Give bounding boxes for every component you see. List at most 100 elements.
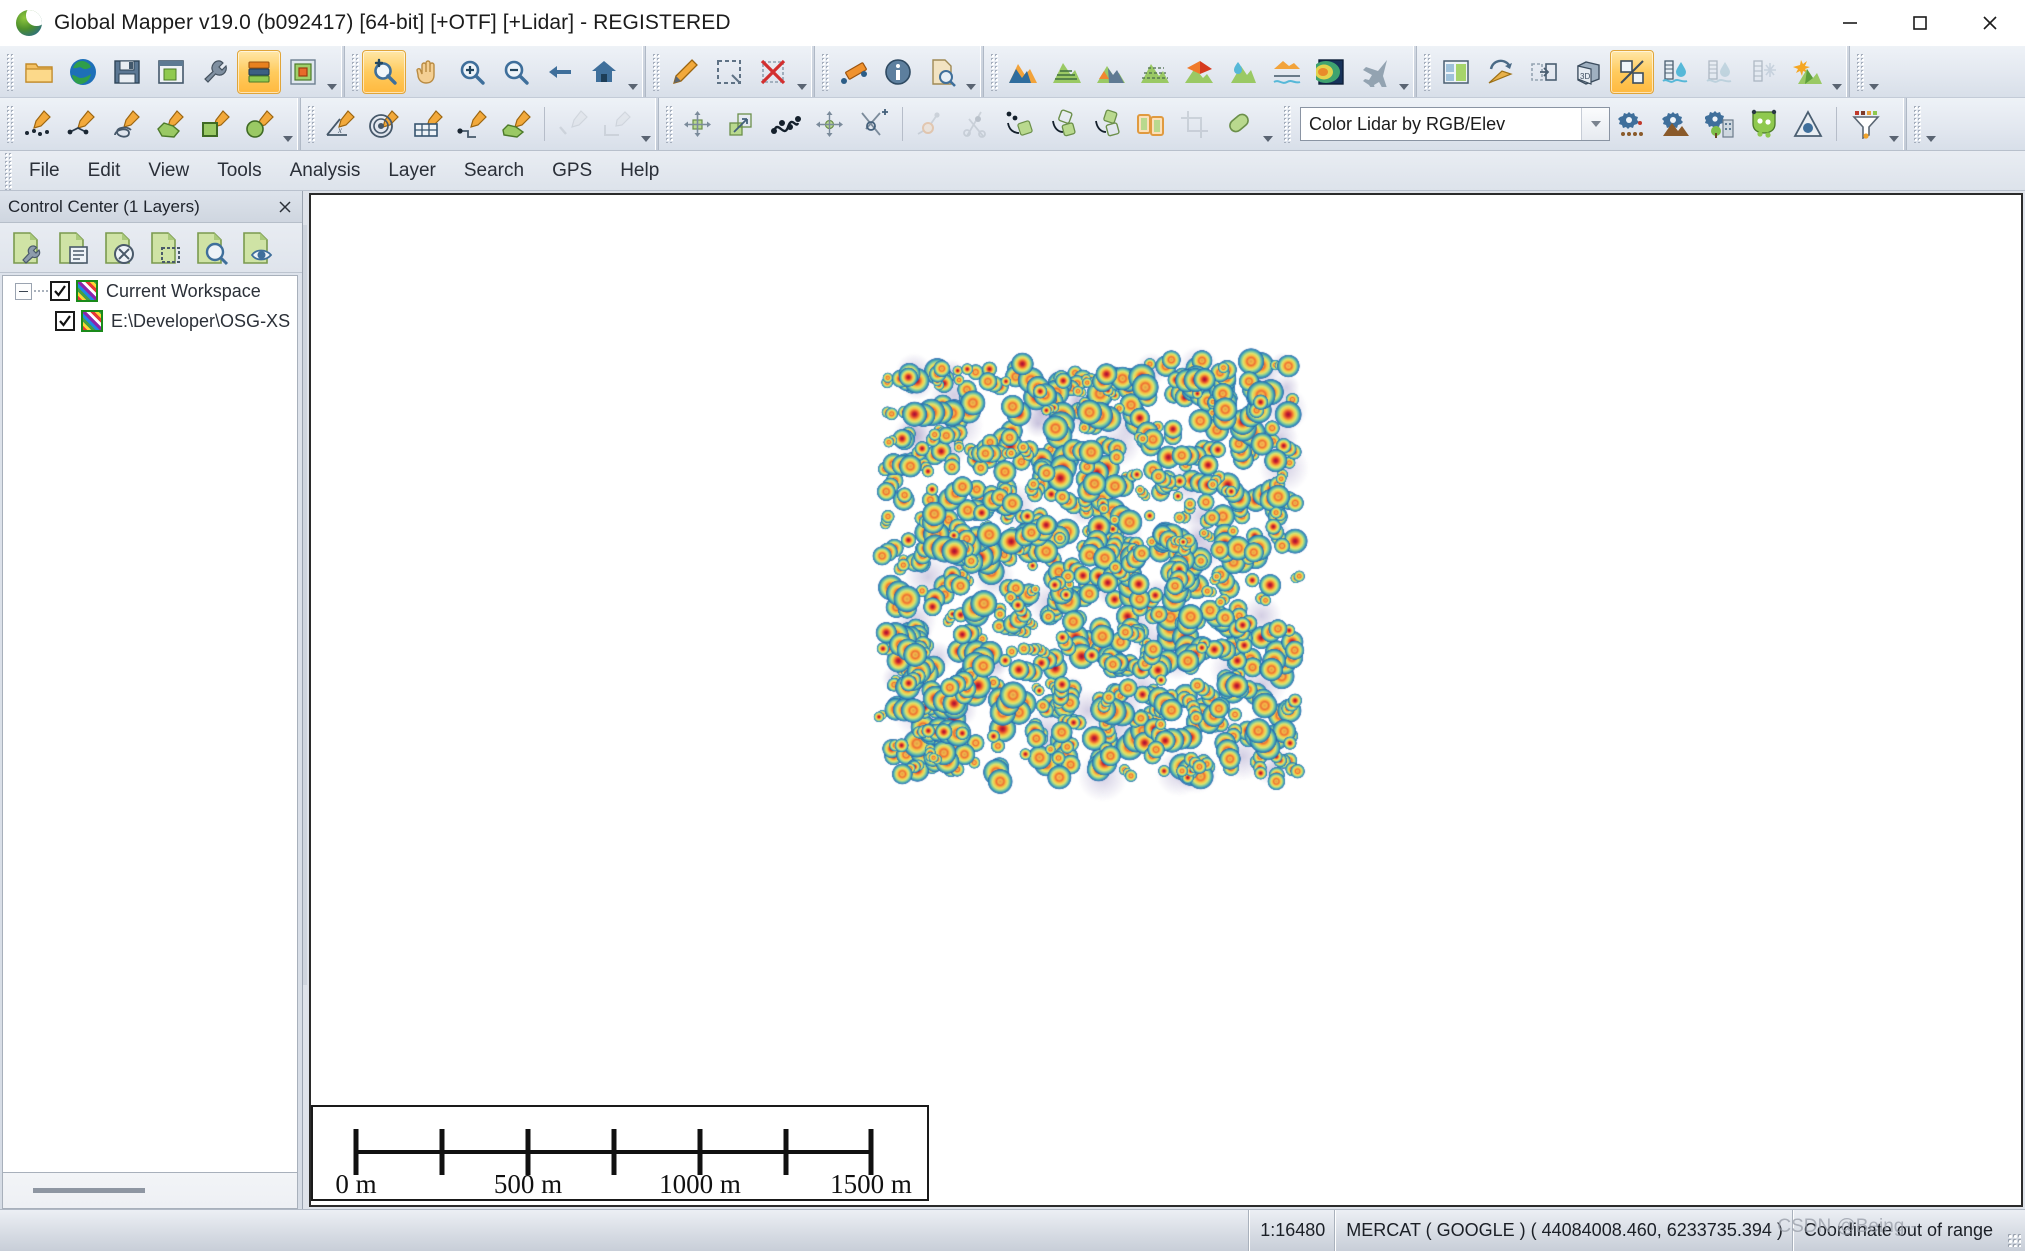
terrain-paint-icon[interactable]: [1265, 50, 1309, 94]
feature-info-icon[interactable]: [876, 50, 920, 94]
toolbar-grip[interactable]: [990, 52, 999, 91]
split-feature-icon[interactable]: [953, 102, 997, 146]
resize-grip[interactable]: [2003, 1210, 2025, 1251]
duplicate-area-icon[interactable]: [1041, 102, 1085, 146]
water-gauge-3-icon[interactable]: [1742, 50, 1786, 94]
scale-rotate-icon[interactable]: [720, 102, 764, 146]
toolbar-grip[interactable]: [1913, 105, 1922, 143]
navigation-toolbar-overflow[interactable]: [626, 50, 640, 94]
collapse-icon[interactable]: [15, 282, 32, 300]
line-of-sight-icon[interactable]: [1177, 50, 1221, 94]
layer-tree[interactable]: Current Workspace E:\Developer\OSG-XS: [2, 275, 298, 1173]
add-vertex-icon[interactable]: [909, 102, 953, 146]
move-vertex-icon[interactable]: [808, 102, 852, 146]
lidar-qc-icon[interactable]: [1786, 102, 1830, 146]
digitize-rectangle-icon[interactable]: [193, 102, 237, 146]
toolbar-grip[interactable]: [351, 52, 360, 91]
corner-edit-icon[interactable]: [595, 102, 639, 146]
digitize-grid-icon[interactable]: [406, 102, 450, 146]
copy-rotate-icon[interactable]: [997, 102, 1041, 146]
elevation-legend-icon[interactable]: [1309, 50, 1353, 94]
lidar-extract-icon[interactable]: [1742, 102, 1786, 146]
accept-edit-icon[interactable]: [551, 102, 595, 146]
digitize-shape-icon[interactable]: [494, 102, 538, 146]
view-shed-icon[interactable]: [1133, 50, 1177, 94]
toolbar-grip[interactable]: [652, 52, 661, 91]
overlay-layers-icon[interactable]: [281, 50, 325, 94]
digitize-freehand-icon[interactable]: [105, 102, 149, 146]
move-feature-icon[interactable]: [676, 102, 720, 146]
layer-checkbox[interactable]: [55, 311, 75, 331]
contour-generation-icon[interactable]: [1045, 50, 1089, 94]
digitizer-toolbar-overflow[interactable]: [795, 50, 809, 94]
menu-tools[interactable]: Tools: [203, 151, 275, 191]
water-gauge-1-icon[interactable]: [1654, 50, 1698, 94]
full-view-icon[interactable]: [582, 50, 626, 94]
advanced-create-overflow[interactable]: [639, 102, 653, 146]
lidar-filter-icon[interactable]: [1843, 102, 1887, 146]
lidar-classify-icon[interactable]: [1610, 102, 1654, 146]
toolbar-grip[interactable]: [665, 105, 674, 143]
feature-selection-icon[interactable]: [707, 50, 751, 94]
close-button[interactable]: [1955, 0, 2025, 46]
search-features-icon[interactable]: [920, 50, 964, 94]
zoom-in-icon[interactable]: [450, 50, 494, 94]
terrain-profile-icon[interactable]: [1001, 50, 1045, 94]
toolbar-grip[interactable]: [1423, 52, 1432, 91]
toolbar-grip[interactable]: [6, 105, 15, 143]
save-workspace-icon[interactable]: [105, 50, 149, 94]
combine-areas-icon[interactable]: [1129, 102, 1173, 146]
pan-tool-icon[interactable]: [406, 50, 450, 94]
configure-icon[interactable]: [193, 50, 237, 94]
scrollbar-thumb[interactable]: [33, 1188, 145, 1193]
toolbar-grip[interactable]: [821, 52, 830, 91]
toolbar-row-2-overflow[interactable]: [1924, 102, 1938, 146]
measure-length-icon[interactable]: [1217, 102, 1261, 146]
create-feature-overflow[interactable]: [281, 102, 295, 146]
digitize-node-icon[interactable]: [450, 102, 494, 146]
lidar-buildings-icon[interactable]: [1698, 102, 1742, 146]
zoom-select-tool-icon[interactable]: [362, 49, 406, 94]
view-toolbar-overflow[interactable]: [1830, 50, 1844, 94]
flight-path-icon[interactable]: [1353, 50, 1397, 94]
chevron-down-icon[interactable]: [1581, 108, 1609, 140]
layer-tree-horizontal-scrollbar[interactable]: [2, 1173, 298, 1209]
lidar-ground-icon[interactable]: [1654, 102, 1698, 146]
lidar-draw-mode-combo[interactable]: Color Lidar by RGB/Elev: [1300, 107, 1610, 141]
minimize-button[interactable]: [1815, 0, 1885, 46]
tree-item-layer[interactable]: E:\Developer\OSG-XS: [3, 306, 297, 336]
open-online-data-icon[interactable]: [61, 50, 105, 94]
digitize-line-icon[interactable]: [61, 102, 105, 146]
menu-grip[interactable]: [4, 151, 13, 190]
open-data-file-icon[interactable]: [17, 50, 61, 94]
digitize-circle-icon[interactable]: [237, 102, 281, 146]
menu-gps[interactable]: GPS: [538, 151, 606, 191]
delete-feature-icon[interactable]: [751, 50, 795, 94]
map-layout-icon[interactable]: [1434, 50, 1478, 94]
layer-bounds-icon[interactable]: [144, 227, 186, 269]
menu-layer[interactable]: Layer: [374, 151, 450, 191]
menu-help[interactable]: Help: [606, 151, 673, 191]
zoom-out-icon[interactable]: [494, 50, 538, 94]
workspace-checkbox[interactable]: [50, 281, 70, 301]
mirror-area-icon[interactable]: [1085, 102, 1129, 146]
menu-search[interactable]: Search: [450, 151, 538, 191]
open-control-center-icon[interactable]: [237, 49, 281, 94]
layer-options-icon[interactable]: [6, 227, 48, 269]
menu-view[interactable]: View: [134, 151, 203, 191]
3d-view-icon[interactable]: 3D: [1566, 50, 1610, 94]
digitize-range-ring-icon[interactable]: [362, 102, 406, 146]
toolbar-grip[interactable]: [1856, 52, 1865, 91]
digitize-by-angle-icon[interactable]: x: [318, 102, 362, 146]
open-new-window-icon[interactable]: [149, 50, 193, 94]
tree-item-workspace[interactable]: Current Workspace: [3, 276, 297, 306]
reshape-icon[interactable]: [764, 102, 808, 146]
watershed-icon[interactable]: [1089, 50, 1133, 94]
map-view[interactable]: 0 m 500 m 1000 m 1500 m: [309, 193, 2023, 1207]
split-view-icon[interactable]: [1522, 50, 1566, 94]
water-gauge-2-icon[interactable]: [1698, 50, 1742, 94]
lidar-toolbar-overflow[interactable]: [1887, 102, 1901, 146]
toggle-layer-visibility-icon[interactable]: [236, 227, 278, 269]
water-level-icon[interactable]: [1221, 50, 1265, 94]
measure-tool-icon[interactable]: [832, 50, 876, 94]
